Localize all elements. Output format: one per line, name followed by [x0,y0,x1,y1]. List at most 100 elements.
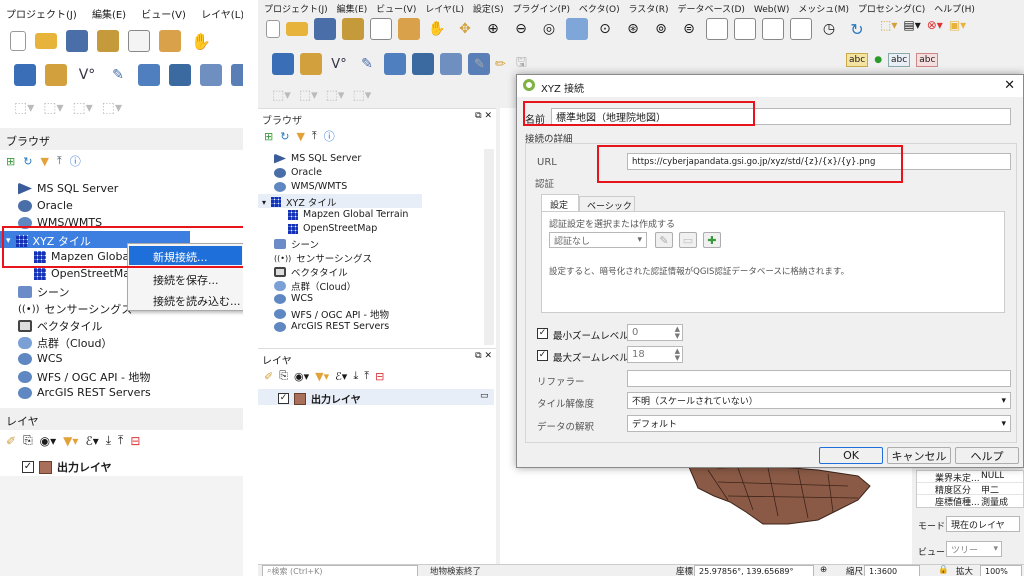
browser-item-sensorthings[interactable]: ((•)) センサーシングス [18,301,132,317]
browser-item-wms[interactable]: WMS/WMTS [274,181,347,192]
zoom-in-icon[interactable]: ⊕ [482,18,504,40]
digitize-icon[interactable]: ✎ [356,53,378,75]
new-map-view-icon[interactable] [706,18,728,40]
filter-icon[interactable]: ▼ [40,155,48,168]
max-zoom-checkbox[interactable]: ✓ [537,350,548,361]
browser-item-oracle[interactable]: Oracle [18,199,73,212]
menu-mesh[interactable]: メッシュ(M) [798,5,849,15]
browser-item-pointcloud[interactable]: 点群（Cloud） [18,335,112,351]
style-manager-icon[interactable] [398,18,420,40]
browser-item-xyz[interactable]: ▾ XYZ タイル [262,195,336,209]
collapse-all-icon[interactable]: ⤒ [364,369,369,383]
add-virtual-icon[interactable] [384,53,406,75]
select-feature-icon[interactable]: ⬚▾ [14,100,34,116]
pin-label-icon[interactable]: abc [888,53,911,67]
collapse-icon[interactable]: ⤒ [312,129,317,143]
browser-item-scene[interactable]: シーン [18,284,69,300]
select-feature-icon[interactable]: ⬚▾ [272,88,291,103]
menu-project[interactable]: プロジェクト(J) [6,10,77,21]
browser-item-mssql[interactable]: MS SQL Server [274,153,361,164]
select-location-icon[interactable]: ⬚▾ [102,100,122,116]
refresh-icon[interactable]: ↻ [280,130,289,143]
refresh-icon[interactable]: ↻ [23,155,32,168]
remove-layer-icon[interactable]: ⊟ [375,370,384,383]
pencil-icon[interactable]: ✏ [495,57,506,72]
menu-database[interactable]: データベース(D) [677,5,745,15]
spin-arrows-icon[interactable]: ▲ ▼ [675,347,682,362]
deselect-icon[interactable]: ⬚▾ [73,100,93,116]
layer-visibility-checkbox[interactable]: ✓ [22,461,34,473]
save-edits-icon[interactable]: 🖫 [516,53,527,75]
add-wms-icon[interactable] [440,53,462,75]
add-group-icon[interactable]: ⎘ [279,369,288,383]
ok-button[interactable]: OK [819,447,883,464]
menu-plugins[interactable]: プラグイン(P) [513,5,570,15]
open-folder-icon[interactable] [286,22,308,36]
context-menu-save-connections[interactable]: 接続を保存... [129,269,219,288]
pan-hand-icon[interactable]: ✋ [426,18,448,40]
zoom-full-icon[interactable] [566,18,588,40]
help-button[interactable]: ヘルプ [955,447,1019,464]
spin-arrows-icon[interactable]: ▲ ▼ [675,325,682,340]
remove-auth-button[interactable]: ▭ [679,232,697,248]
save-icon[interactable] [314,18,336,40]
browser-panel-controls[interactable]: ⧉ ✕ [475,111,492,121]
magnifier-field[interactable]: 100% [980,565,1022,576]
digitize-icon[interactable]: ✎ [107,64,129,86]
identify-icon[interactable]: ▣▾ [949,18,966,32]
highlight-label-icon[interactable]: abc [916,53,939,67]
select-value-icon[interactable]: ⬚▾ [299,88,318,103]
add-raster-icon[interactable] [300,53,322,75]
pan-selection-icon[interactable]: ✥ [454,18,476,40]
manage-theme-icon[interactable]: ◉▾ [294,370,309,383]
select-value-icon[interactable]: ⬚▾ [43,100,63,116]
expression-filter-icon[interactable]: ℰ▾ [85,434,98,448]
menu-vector[interactable]: ベクタ(O) [579,5,620,15]
browser-item-wfs[interactable]: WFS / OGC API - 地物 [274,307,389,321]
collapse-arrow-icon[interactable]: ▾ [262,198,266,207]
print-layout-icon[interactable] [128,30,150,52]
min-zoom-checkbox[interactable]: ✓ [537,328,548,339]
auth-config-select[interactable]: 認証なし ▾ [549,232,647,248]
tab-basic[interactable]: ベーシック [579,196,635,212]
save-as-icon[interactable] [342,18,364,40]
menu-layer[interactable]: レイヤ(L) [425,5,464,15]
browser-item-vectortile[interactable]: ベクタタイル [274,265,348,279]
add-selected-icon[interactable]: ⊞ [6,155,15,168]
info-icon[interactable]: ⓘ [70,153,81,169]
browser-item-oracle[interactable]: Oracle [274,167,322,178]
style-manager-icon[interactable] [159,30,181,52]
new-project-icon[interactable] [266,20,280,38]
add-layer-icon[interactable] [14,64,36,86]
add-auth-button[interactable]: ✚ [703,232,721,248]
mode-select[interactable]: 現在のレイヤ [946,516,1020,532]
refresh-icon[interactable]: ↻ [846,18,868,40]
browser-item-wcs[interactable]: WCS [18,352,63,365]
add-mesh-icon[interactable] [412,53,434,75]
bookmark-manager-icon[interactable] [790,18,812,40]
style-panel-icon[interactable]: ✐ [264,370,273,383]
toggle-extent-icon[interactable]: ⊕ [820,565,827,575]
temporal-icon[interactable]: ◷ [818,18,840,40]
expression-filter-icon[interactable]: ℰ▾ [335,370,347,383]
zoom-selection-icon[interactable]: ⊛ [622,18,644,40]
tile-resolution-select[interactable]: 不明（スケールされていない） ▾ [627,392,1011,409]
add-layer-icon[interactable] [272,53,294,75]
menu-settings[interactable]: 設定(S) [473,5,504,15]
remove-layer-icon[interactable]: ⊟ [130,434,140,448]
add-selected-icon[interactable]: ⊞ [264,130,273,143]
info-icon[interactable]: ⓘ [324,128,335,144]
browser-scrollbar[interactable] [484,149,494,345]
menu-view[interactable]: ビュー(V) [141,10,186,21]
add-group-icon[interactable]: ⎘ [23,433,33,448]
collapse-icon[interactable]: ⤒ [57,154,62,168]
menu-edit[interactable]: 編集(E) [337,5,368,15]
zoom-next-icon[interactable]: ⊜ [678,18,700,40]
diagram-icon[interactable]: ● [874,55,882,65]
menu-processing[interactable]: プロセシング(C) [858,5,925,15]
browser-item-vectortile[interactable]: ベクタタイル [18,318,103,334]
deselect-all-icon[interactable]: ⊗▾ [927,18,943,32]
add-wfs-icon[interactable] [231,64,243,86]
scale-field[interactable]: 1:3600 [864,565,920,576]
menu-edit[interactable]: 編集(E) [92,10,126,21]
